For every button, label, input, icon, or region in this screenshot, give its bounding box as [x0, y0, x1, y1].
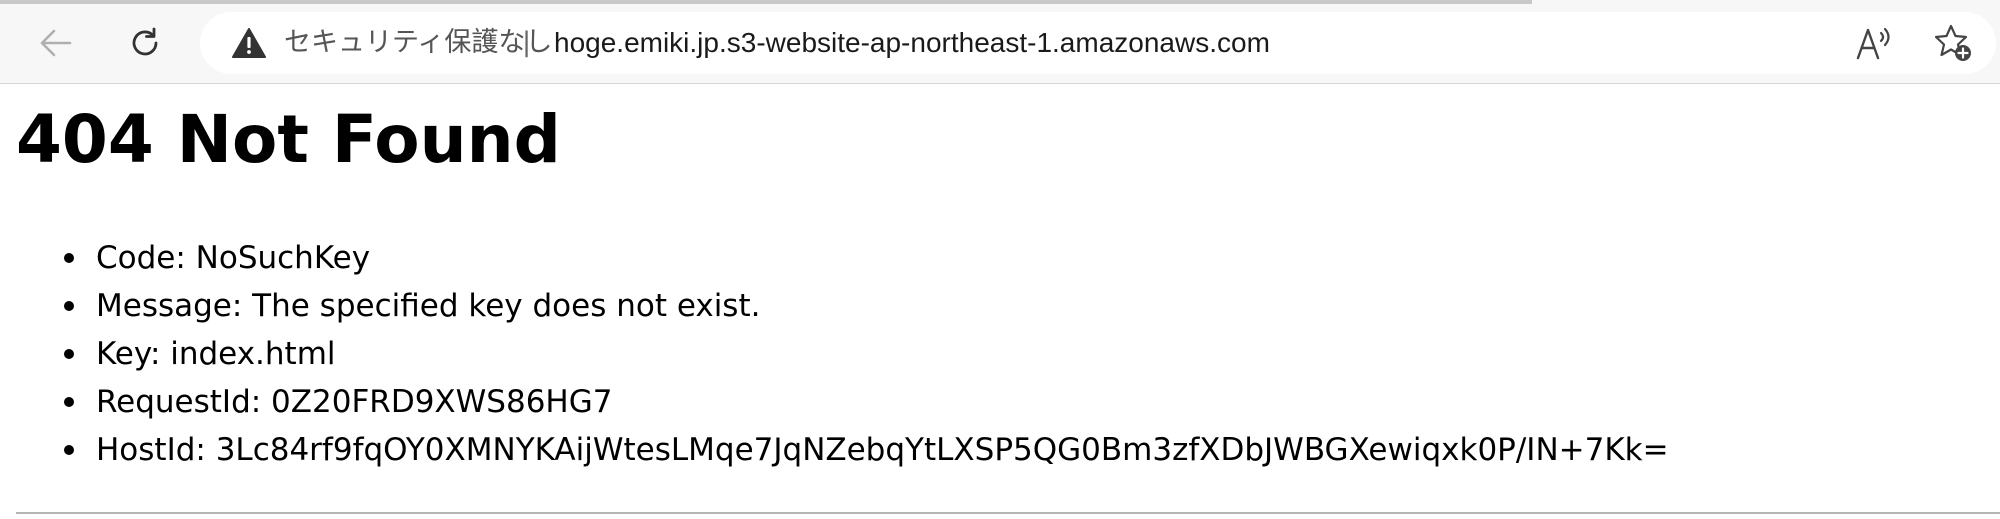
- read-aloud-icon: [1856, 27, 1890, 60]
- horizontal-rule: [16, 512, 2000, 514]
- bullet: [64, 349, 74, 359]
- list-item-message: Message: The specified key does not exis…: [60, 282, 1669, 330]
- list-item-request-id: RequestId: 0Z20FRD9XWS86HG7: [60, 378, 1669, 426]
- list-item-text: Message: The specified key does not exis…: [96, 288, 761, 324]
- back-arrow-icon: [40, 29, 72, 57]
- list-item-key: Key: index.html: [60, 330, 1669, 378]
- refresh-icon: [132, 27, 158, 56]
- warning-triangle-icon[interactable]: [232, 27, 266, 59]
- list-item-text: HostId: 3Lc84rf9fqOY0XMNYKAijWtesLMqe7Jq…: [96, 432, 1669, 468]
- page-title: 404 Not Found: [16, 101, 561, 178]
- list-item-text: Key: index.html: [96, 336, 336, 372]
- tab-strip-edge: [0, 0, 1532, 4]
- address-separator: |: [522, 27, 532, 58]
- list-item-text: Code: NoSuchKey: [96, 240, 371, 276]
- list-item-code: Code: NoSuchKey: [60, 234, 1669, 282]
- page-content: 404 Not Found Code: NoSuchKey Message: T…: [0, 84, 2000, 519]
- read-aloud-button[interactable]: [1852, 20, 1898, 66]
- refresh-button[interactable]: [118, 16, 172, 70]
- address-bar[interactable]: セキュリティ保護なし | hoge.emiki.jp.s3-website-ap…: [200, 12, 1996, 74]
- bullet: [64, 253, 74, 263]
- list-item-text: RequestId: 0Z20FRD9XWS86HG7: [96, 384, 613, 420]
- add-favorite-button[interactable]: [1930, 20, 1976, 66]
- url-text[interactable]: hoge.emiki.jp.s3-website-ap-northeast-1.…: [554, 26, 1270, 60]
- bullet: [64, 301, 74, 311]
- add-favorite-star-icon: [1934, 24, 1971, 61]
- error-details-list: Code: NoSuchKey Message: The specified k…: [60, 234, 1669, 474]
- bullet: [64, 445, 74, 455]
- browser-toolbar: セキュリティ保護なし | hoge.emiki.jp.s3-website-ap…: [0, 0, 2000, 84]
- bullet: [64, 397, 74, 407]
- list-item-host-id: HostId: 3Lc84rf9fqOY0XMNYKAijWtesLMqe7Jq…: [60, 426, 1669, 474]
- back-button[interactable]: [28, 16, 82, 70]
- security-status-label[interactable]: セキュリティ保護なし: [284, 26, 552, 60]
